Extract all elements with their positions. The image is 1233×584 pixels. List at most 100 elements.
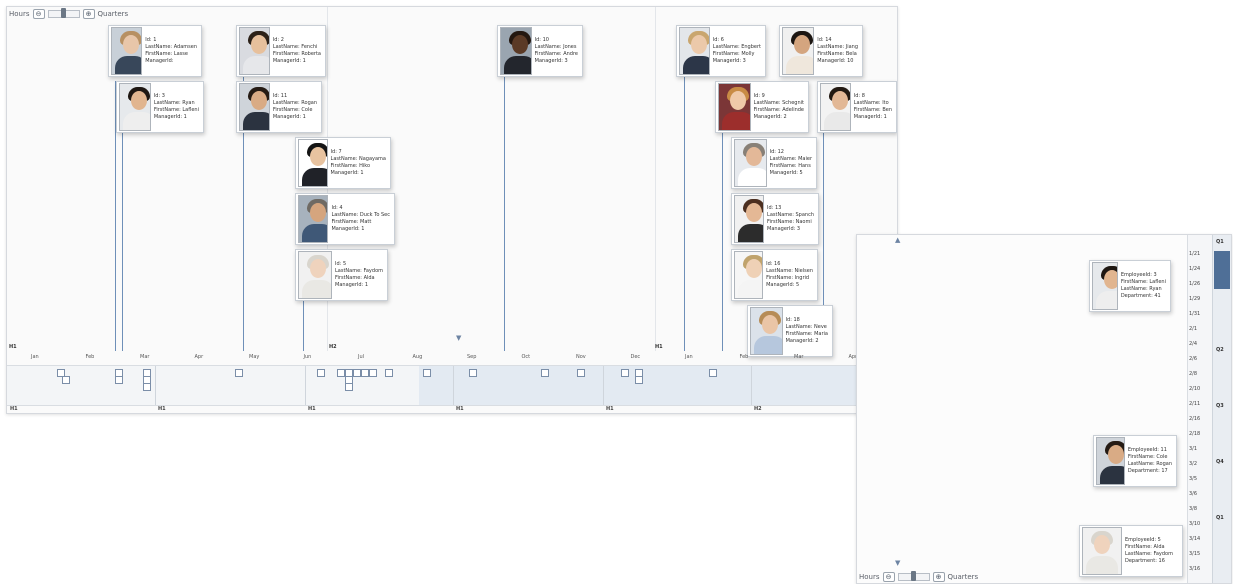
employee-card[interactable]: Id: 10 LastName: Jones FirstName: Andre Man… xyxy=(497,25,583,77)
zoom-toolbar: Hours ⊖ ⊕ Quarters xyxy=(9,8,128,19)
overview-event xyxy=(709,369,717,377)
employee-card[interactable]: Id: 3 LastName: Ryan FirstName: Lafleni Man… xyxy=(116,81,204,133)
quarter-label: Q1 xyxy=(1216,515,1224,521)
date-tick-label: 2/18 xyxy=(1189,431,1201,437)
employee-first-name: FirstName: Alda xyxy=(335,275,375,281)
employee-card[interactable]: EmployeeId: 3 FirstName: Lafleni LastName:… xyxy=(1089,260,1171,312)
overview-event xyxy=(235,369,243,377)
employee-card[interactable]: Id: 9 LastName: Schegnit FirstName: Adelin… xyxy=(715,81,809,133)
employee-last-name: LastName: Rogan xyxy=(272,100,317,106)
employee-card[interactable]: Id: 11 LastName: Rogan FirstName: Cole Mana… xyxy=(236,81,322,133)
vertical-time-axis: 1/21 1/24 1/26 1/29 1/31 2/1 2/4 2/6 2/8 2/10 2/11… xyxy=(1187,235,1231,583)
employee-id: Id: 1 xyxy=(145,37,157,43)
employee-first-name: FirstName: Adelinde xyxy=(753,107,804,113)
quarter-label: Q3 xyxy=(1216,403,1224,409)
employee-first-name: FirstName: Hiko xyxy=(330,163,371,169)
employee-manager-id: ManagerId: 1 xyxy=(153,114,187,120)
month-tick-label: Jan xyxy=(685,354,693,360)
date-tick-label: 3/1 xyxy=(1189,446,1198,452)
employee-last-name: LastName: Engbert xyxy=(712,44,761,50)
employee-id: Id: 12 xyxy=(769,149,784,155)
employee-card[interactable]: Id: 2 LastName: Fenchi FirstName: Roberta M… xyxy=(236,25,326,77)
employee-manager-id: ManagerId: 3 xyxy=(767,226,801,232)
quarter-label: Q1 xyxy=(1216,239,1224,245)
employee-info: Id: 10 LastName: Jones FirstName: Andre Man… xyxy=(535,37,578,65)
date-tick-label: 3/2 xyxy=(1189,461,1198,467)
employee-card[interactable]: Id: 16 LastName: Nielsen FirstName: Ingrid… xyxy=(731,249,818,301)
employee-card[interactable]: Id: 13 LastName: Spanch FirstName: Naomi Ma… xyxy=(731,193,819,245)
employee-card[interactable]: Id: 5 LastName: Faydom FirstName: Alda Mana… xyxy=(295,249,388,301)
overview-event xyxy=(369,369,377,377)
employee-manager-id: ManagerId: xyxy=(145,58,174,64)
employee-manager-id: ManagerId: 1 xyxy=(335,282,369,288)
scroll-down-arrow-icon[interactable]: ▼ xyxy=(456,334,461,342)
employee-card[interactable]: EmployeeId: 5 FirstName: Alda LastName: Fa… xyxy=(1079,525,1183,577)
employee-card[interactable]: Id: 14 LastName: Jiang FirstName: Bela Mana… xyxy=(779,25,863,77)
vertical-visible-range[interactable] xyxy=(1214,251,1230,289)
zoom-slider-thumb[interactable] xyxy=(60,8,66,18)
time-axis: H1 H2 H1 Jan Feb Mar Apr May Jun Jul Aug Sep Oct N… xyxy=(7,342,897,364)
month-tick-label: Jan xyxy=(31,354,39,360)
employee-info: Id: 13 LastName: Spanch FirstName: Naomi Ma… xyxy=(767,205,814,233)
employee-department: Department: 17 xyxy=(1127,468,1168,474)
timeline-stem xyxy=(823,133,824,307)
zoom-left-label: Hours xyxy=(9,10,30,18)
employee-photo xyxy=(500,27,532,75)
employee-first-name: FirstName: Bela xyxy=(817,51,857,57)
employee-photo xyxy=(239,27,270,75)
date-tick-label: 1/21 xyxy=(1189,251,1201,257)
employee-card[interactable]: Id: 6 LastName: Engbert FirstName: Molly Ma… xyxy=(676,25,766,77)
employee-card[interactable]: EmployeeId: 11 FirstName: Cole LastName: R… xyxy=(1093,435,1177,487)
date-tick-label: 1/31 xyxy=(1189,311,1201,317)
employee-last-name: LastName: Nielsen xyxy=(766,268,813,274)
overview-event xyxy=(115,376,123,384)
employee-first-name: FirstName: Cole xyxy=(272,107,313,113)
employee-card[interactable]: Id: 4 LastName: Duck To Sec FirstName: Mat… xyxy=(295,193,395,245)
employee-photo xyxy=(298,195,329,243)
axis-year-label: H1 xyxy=(655,344,663,350)
employee-photo xyxy=(734,195,765,243)
employee-info: Id: 11 LastName: Rogan FirstName: Cole Mana… xyxy=(273,93,317,121)
month-tick-label: Nov xyxy=(576,354,586,360)
zoom-in-button[interactable]: ⊕ xyxy=(932,572,945,582)
overview-event xyxy=(353,369,361,377)
scroll-up-arrow-icon[interactable]: ▲ xyxy=(895,236,900,244)
employee-first-name: FirstName: Andre xyxy=(534,51,578,57)
month-tick-label: Feb xyxy=(85,354,95,360)
date-tick-label: 3/6 xyxy=(1189,491,1198,497)
date-tick-label: 1/29 xyxy=(1189,296,1201,302)
employee-first-name: FirstName: Ingrid xyxy=(766,275,810,281)
overview-visible-range[interactable] xyxy=(419,366,897,406)
employee-last-name: LastName: Nagayama xyxy=(330,156,386,162)
scroll-down-arrow-icon[interactable]: ▼ xyxy=(895,559,900,567)
employee-card[interactable]: Id: 7 LastName: Nagayama FirstName: Hiko Ma… xyxy=(295,137,391,189)
zoom-out-button[interactable]: ⊖ xyxy=(882,572,895,582)
employee-photo xyxy=(734,251,764,299)
zoom-in-button[interactable]: ⊕ xyxy=(82,9,95,19)
employee-card[interactable]: Id: 1 LastName: Adamsen FirstName: Lasse Ma… xyxy=(108,25,202,77)
employee-last-name: LastName: Ryan xyxy=(1120,286,1162,292)
quarter-label: H1 xyxy=(10,406,18,412)
employee-card[interactable]: Id: 12 LastName: Maier FirstName: Hans Mana… xyxy=(731,137,817,189)
date-tick-label: 2/1 xyxy=(1189,326,1198,332)
vertical-zoom-toolbar: Hours ⊖ ⊕ Quarters xyxy=(859,571,978,582)
employee-card[interactable]: Id: 8 LastName: Ito FirstName: Ben ManagerI… xyxy=(817,81,897,133)
overview-event xyxy=(541,369,549,377)
zoom-slider-thumb[interactable] xyxy=(910,571,916,581)
quarter-label: H1 xyxy=(158,406,166,412)
employee-first-name: FirstName: Maria xyxy=(785,331,828,337)
zoom-slider[interactable] xyxy=(897,571,930,581)
employee-last-name: LastName: Fenchi xyxy=(272,44,318,50)
employee-id: Id: 18 xyxy=(785,317,800,323)
zoom-out-button[interactable]: ⊖ xyxy=(32,9,45,19)
overview-divider xyxy=(155,366,156,406)
overview-event xyxy=(385,369,393,377)
employee-first-name: FirstName: Cole xyxy=(1127,454,1168,460)
overview-strip[interactable] xyxy=(7,365,897,406)
employee-id: Id: 7 xyxy=(330,149,342,155)
month-tick-label: Aug xyxy=(412,354,423,360)
zoom-slider[interactable] xyxy=(47,8,80,18)
month-tick-label: May xyxy=(249,354,260,360)
month-tick-label: Dec xyxy=(630,354,641,360)
employee-first-name: FirstName: Hans xyxy=(769,163,811,169)
